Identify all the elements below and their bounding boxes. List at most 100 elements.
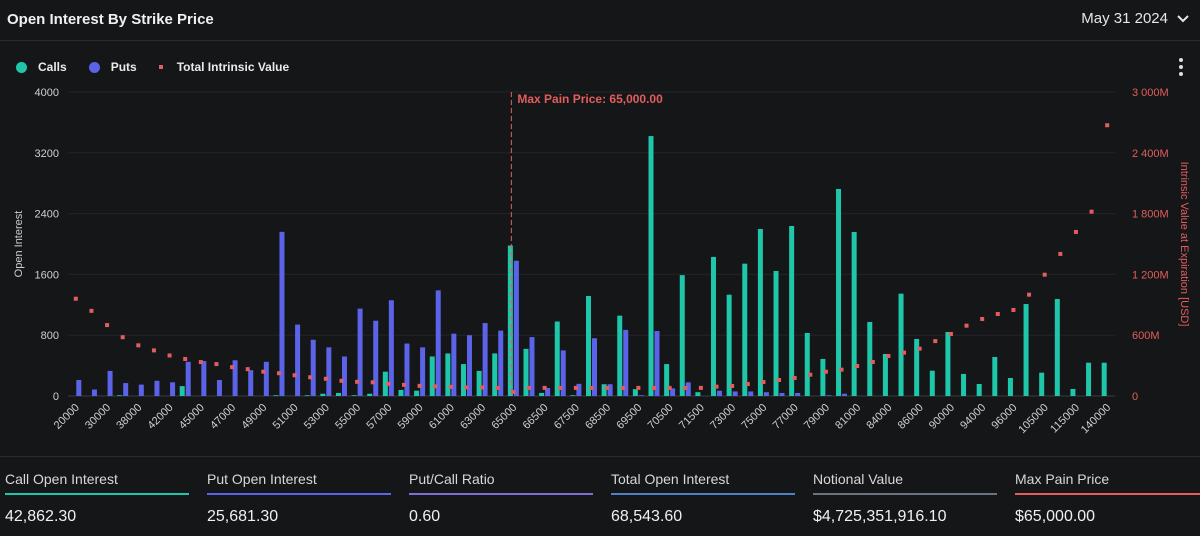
y-tick-label: 2400 (35, 209, 59, 221)
put-bar (763, 392, 769, 396)
stat-underline (1015, 493, 1200, 495)
x-tick-label: 51000 (271, 402, 301, 432)
call-bar (507, 245, 513, 396)
x-tick-label: 79000 (802, 402, 832, 432)
stat-label: Put/Call Ratio (409, 471, 495, 487)
intrinsic-point (448, 384, 453, 389)
stat-max-pain-price: Max Pain Price $65,000.00 (1015, 471, 1200, 526)
stat-underline (611, 493, 795, 495)
expiry-date-value: May 31 2024 (1081, 10, 1168, 27)
y2-tick-label: 0 (1132, 391, 1138, 403)
put-bar (373, 320, 379, 396)
page-title: Open Interest By Strike Price (7, 11, 214, 28)
puts-swatch-icon (88, 61, 100, 73)
call-bar (804, 332, 810, 396)
stat-label: Put Open Interest (207, 471, 317, 487)
x-tick-label: 70500 (646, 402, 676, 432)
call-bar (117, 395, 123, 396)
stat-put-call-ratio: Put/Call Ratio 0.60 (409, 471, 593, 526)
stat-value: $65,000.00 (1015, 508, 1096, 525)
x-tick-label: 45000 (177, 402, 207, 432)
legend-puts-label: Puts (110, 60, 137, 74)
intrinsic-point (339, 378, 344, 383)
call-bar (1039, 372, 1045, 396)
put-bar (170, 382, 176, 396)
x-tick-label: 66500 (521, 402, 551, 432)
intrinsic-point (214, 362, 219, 367)
intrinsic-point (323, 376, 328, 381)
call-bar (414, 390, 420, 396)
stat-label: Call Open Interest (5, 471, 118, 487)
expiry-date-dropdown[interactable]: May 31 2024 (1081, 10, 1190, 27)
x-tick-label: 47000 (208, 402, 238, 432)
stat-total-open-interest: Total Open Interest 68,543.60 (611, 471, 795, 526)
open-interest-chart: 0 800 1600 2400 3200 4000 0 600M 1 200M 1 800M 2 4… (13, 87, 1190, 436)
call-bar (929, 370, 935, 396)
put-bar (795, 392, 801, 396)
call-bar (726, 294, 732, 396)
call-bar (351, 395, 357, 396)
intrinsic-point (417, 383, 422, 388)
call-bar (836, 188, 842, 396)
legend-calls[interactable]: Calls (16, 60, 67, 74)
x-tick-label: 57000 (364, 402, 394, 432)
intrinsic-point (964, 323, 969, 328)
calls-swatch-icon (16, 61, 27, 73)
intrinsic-point (151, 348, 156, 353)
intrinsic-point (620, 385, 625, 390)
call-bar (632, 389, 638, 396)
intrinsic-point (464, 385, 469, 390)
intrinsic-point (1011, 307, 1016, 312)
intrinsic-point (683, 385, 688, 390)
intrinsic-point (902, 350, 907, 355)
y2-tick-label: 2 400M (1132, 148, 1169, 160)
put-bar (513, 260, 519, 396)
call-bar (398, 389, 404, 396)
call-bar (820, 358, 826, 396)
call-bar (273, 395, 279, 396)
stat-underline (5, 493, 189, 495)
x-tick-label: 63000 (458, 402, 488, 432)
put-bar (295, 324, 301, 396)
call-bar (945, 332, 951, 396)
put-bar (201, 361, 207, 396)
call-bar (617, 315, 623, 396)
intrinsic-point (292, 373, 297, 378)
y2-tick-label: 3 000M (1132, 87, 1169, 99)
intrinsic-point (589, 385, 594, 390)
y-tick-label: 0 (53, 391, 59, 403)
put-bar (732, 391, 738, 396)
call-bar (789, 225, 795, 396)
x-tick-label: 86000 (896, 402, 926, 432)
call-bar (1086, 362, 1092, 396)
put-bar (76, 380, 82, 396)
stat-value: 25,681.30 (207, 508, 279, 525)
intrinsic-point (870, 359, 875, 364)
intrinsic-point (855, 364, 860, 369)
call-bar (648, 136, 654, 396)
call-bar (679, 275, 685, 396)
x-tick-label: 140000 (1079, 402, 1113, 436)
intrinsic-point (573, 385, 578, 390)
legend-intrinsic[interactable]: Total Intrinsic Value (158, 60, 289, 74)
put-bar (326, 347, 332, 396)
chart-legend: Calls Puts Total Intrinsic Value (16, 60, 311, 74)
intrinsic-point (917, 346, 922, 351)
legend-puts[interactable]: Puts (88, 60, 137, 74)
stat-value: 0.60 (409, 508, 441, 525)
intrinsic-point (495, 385, 500, 390)
stat-value: 68,543.60 (611, 508, 683, 525)
intrinsic-point (526, 385, 531, 390)
x-tick-label: 115000 (1048, 402, 1082, 436)
intrinsic-point (183, 357, 188, 362)
intrinsic-point (511, 389, 516, 394)
put-bar (123, 383, 129, 396)
put-bar (388, 300, 394, 396)
put-bar (779, 392, 785, 396)
put-bar (341, 356, 347, 396)
put-bar (717, 390, 723, 396)
put-bar (435, 290, 441, 396)
more-options-icon[interactable] (1176, 58, 1186, 80)
intrinsic-point (136, 343, 141, 348)
intrinsic-point (261, 369, 266, 374)
